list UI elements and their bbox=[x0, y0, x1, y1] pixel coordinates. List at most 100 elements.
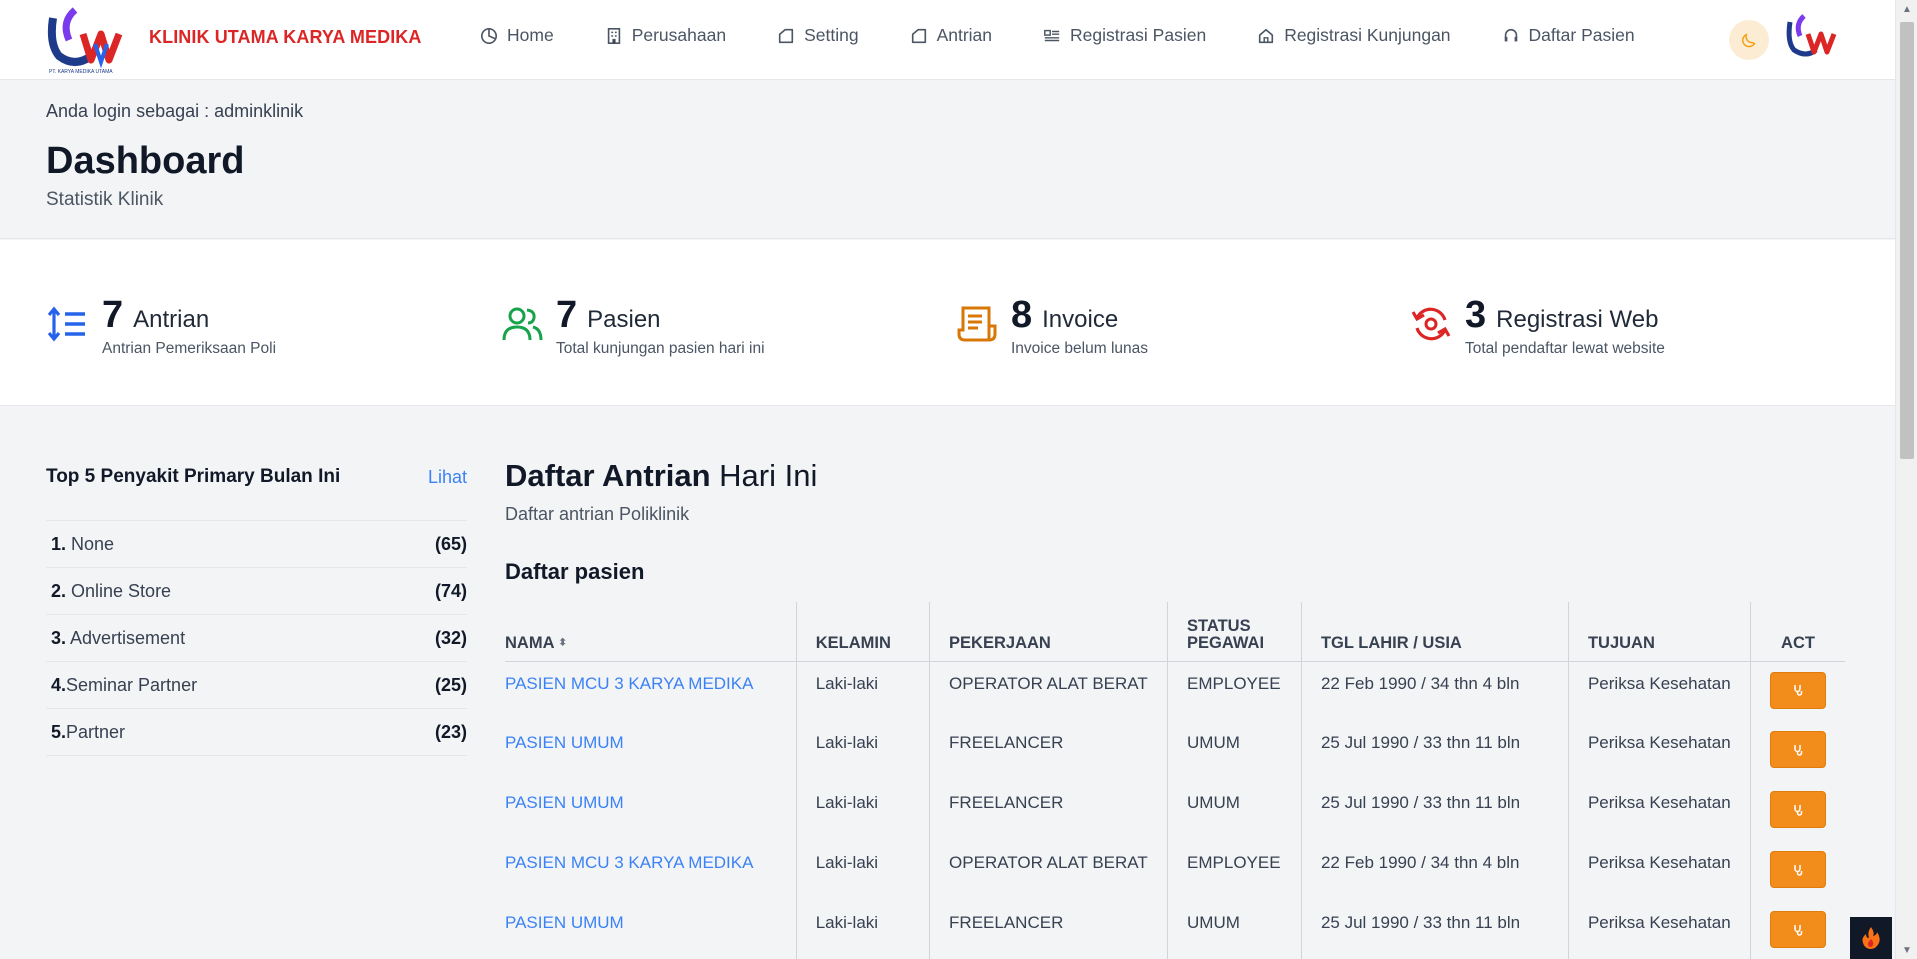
cell-status: UMUM bbox=[1167, 901, 1302, 959]
list-item[interactable]: 4.Seminar Partner (25) bbox=[46, 662, 467, 709]
col-tgl-lahir: TGL LAHIR / USIA bbox=[1300, 602, 1569, 662]
disease-count: (74) bbox=[434, 580, 467, 601]
nav-perusahaan-label: Perusahaan bbox=[631, 25, 727, 45]
patient-name-link[interactable]: PASIEN UMUM bbox=[505, 781, 796, 841]
disease-rank: 2. bbox=[51, 580, 67, 601]
stat-antrian[interactable]: 7 Antrian Antrian Pemeriksaan Poli bbox=[46, 296, 276, 358]
queue-subtitle: Daftar antrian Poliklinik bbox=[505, 504, 690, 524]
page-subtitle: Statistik Klinik bbox=[46, 189, 164, 210]
brand[interactable]: PT. KARYA MEDIKA UTAMA KLINIK UTAMA KARY… bbox=[45, 4, 422, 76]
refresh-icon bbox=[1411, 307, 1451, 341]
flame-icon bbox=[1862, 927, 1880, 949]
disease-count: (23) bbox=[434, 721, 467, 742]
cell-tgl-lahir: 25 Jul 1990 / 33 thn 11 bln bbox=[1300, 901, 1569, 959]
stat-pasien[interactable]: 7 Pasien Total kunjungan pasien hari ini bbox=[500, 296, 765, 358]
stethoscope-icon bbox=[1794, 864, 1803, 876]
nav-daftar-pasien[interactable]: Daftar Pasien bbox=[1502, 25, 1635, 46]
theme-toggle-button[interactable] bbox=[1729, 20, 1769, 60]
table-header-row: NAMA ⬍ KELAMIN PEKERJAAN STATUS PEGAWAI … bbox=[505, 602, 1845, 662]
nav-registrasi-pasien-label: Registrasi Pasien bbox=[1070, 25, 1207, 45]
col-act: ACT bbox=[1750, 602, 1845, 662]
cell-act bbox=[1750, 781, 1845, 841]
nav-antrian[interactable]: Antrian bbox=[910, 25, 992, 46]
disease-count: (65) bbox=[434, 533, 467, 554]
nav-registrasi-pasien[interactable]: Registrasi Pasien bbox=[1043, 25, 1206, 46]
patient-table: NAMA ⬍ KELAMIN PEKERJAAN STATUS PEGAWAI … bbox=[505, 602, 1845, 959]
floating-action-button[interactable] bbox=[1850, 917, 1892, 959]
examine-button[interactable] bbox=[1770, 671, 1826, 709]
cell-tujuan: Periksa Kesehatan bbox=[1567, 721, 1751, 781]
cell-status: UMUM bbox=[1167, 781, 1302, 841]
disease-count: (32) bbox=[434, 627, 467, 648]
list-item[interactable]: 2. Online Store (74) bbox=[46, 568, 467, 615]
patient-name-link[interactable]: PASIEN UMUM bbox=[505, 901, 796, 959]
disease-name: None bbox=[66, 533, 115, 554]
patient-list-title: Daftar pasien bbox=[505, 559, 645, 584]
stat-registrasi-web-desc: Total pendaftar lewat website bbox=[1465, 340, 1665, 357]
stat-pasien-value: 7 bbox=[556, 294, 578, 336]
stat-registrasi-web[interactable]: 3 Registrasi Web Total pendaftar lewat we… bbox=[1409, 296, 1665, 358]
patient-name-link[interactable]: PASIEN MCU 3 KARYA MEDIKA bbox=[505, 841, 796, 901]
col-kelamin: KELAMIN bbox=[795, 602, 930, 662]
page-scrollbar[interactable]: ▲ ▼ bbox=[1895, 0, 1917, 959]
scroll-up-arrow-icon[interactable]: ▲ bbox=[1896, 0, 1917, 18]
stat-invoice[interactable]: 8 Invoice Invoice belum lunas bbox=[955, 296, 1148, 358]
cell-kelamin: Laki-laki bbox=[795, 901, 930, 959]
cell-kelamin: Laki-laki bbox=[795, 721, 930, 781]
examine-button[interactable] bbox=[1770, 791, 1826, 828]
queue-title-bold: Daftar Antrian bbox=[505, 458, 711, 493]
list-item[interactable]: 1. None (65) bbox=[46, 521, 467, 568]
cell-pekerjaan: FREELANCER bbox=[929, 901, 1168, 959]
examine-button[interactable] bbox=[1770, 911, 1826, 948]
nav-registrasi-kunjungan[interactable]: Registrasi Kunjungan bbox=[1257, 25, 1451, 46]
view-all-link[interactable]: Lihat bbox=[428, 467, 467, 488]
svg-text:PT. KARYA MEDIKA UTAMA: PT. KARYA MEDIKA UTAMA bbox=[49, 69, 113, 75]
nav-perusahaan[interactable]: Perusahaan bbox=[605, 25, 726, 46]
disease-rank: 4. bbox=[51, 674, 67, 695]
examine-button[interactable] bbox=[1770, 731, 1826, 768]
stat-invoice-desc: Invoice belum lunas bbox=[1011, 340, 1148, 357]
user-avatar[interactable] bbox=[1784, 12, 1840, 66]
cell-tujuan: Periksa Kesehatan bbox=[1567, 901, 1751, 959]
col-tujuan: TUJUAN bbox=[1567, 602, 1751, 662]
queue-title-rest: Hari Ini bbox=[710, 458, 818, 493]
patient-name-link[interactable]: PASIEN MCU 3 KARYA MEDIKA bbox=[505, 661, 796, 721]
nav-antrian-label: Antrian bbox=[936, 25, 993, 45]
cell-status: UMUM bbox=[1167, 721, 1302, 781]
list-item[interactable]: 3. Advertisement (32) bbox=[46, 615, 467, 662]
list-item[interactable]: 5.Partner (23) bbox=[46, 709, 467, 756]
patient-name-link[interactable]: PASIEN UMUM bbox=[505, 721, 796, 781]
disease-name: Advertisement bbox=[66, 627, 186, 648]
disease-name: Online Store bbox=[66, 580, 172, 601]
stats-strip: 7 Antrian Antrian Pemeriksaan Poli 7 Pasie… bbox=[0, 240, 1895, 406]
nav-home-label: Home bbox=[507, 25, 554, 45]
sort-list-icon bbox=[47, 306, 85, 342]
top-diseases-panel: Top 5 Penyakit Primary Bulan Ini Lihat 1… bbox=[46, 462, 467, 756]
disease-rank: 1. bbox=[51, 533, 67, 554]
top-diseases-title: Top 5 Penyakit Primary Bulan Ini bbox=[46, 466, 341, 487]
cell-tujuan: Periksa Kesehatan bbox=[1567, 661, 1751, 721]
nav-home[interactable]: Home bbox=[480, 25, 554, 46]
home-icon bbox=[1259, 28, 1274, 43]
stethoscope-icon bbox=[1794, 924, 1803, 936]
main-nav: Home Perusahaan Setting Antrian Registra… bbox=[480, 25, 1686, 46]
scroll-thumb[interactable] bbox=[1900, 22, 1914, 459]
stat-registrasi-web-label: Registrasi Web bbox=[1496, 306, 1659, 333]
cell-act bbox=[1750, 841, 1845, 901]
stat-invoice-label: Invoice bbox=[1042, 306, 1119, 333]
stethoscope-icon bbox=[1794, 744, 1803, 756]
examine-button[interactable] bbox=[1770, 851, 1826, 888]
cell-tujuan: Periksa Kesehatan bbox=[1567, 781, 1751, 841]
disease-name: Seminar Partner bbox=[66, 674, 198, 695]
col-nama[interactable]: NAMA ⬍ bbox=[505, 602, 797, 662]
stat-antrian-label: Antrian bbox=[133, 306, 210, 333]
login-info: Anda login sebagai : adminklinik bbox=[46, 101, 304, 121]
cell-kelamin: Laki-laki bbox=[795, 841, 930, 901]
sort-icon[interactable]: ⬍ bbox=[558, 638, 566, 649]
scroll-down-arrow-icon[interactable]: ▼ bbox=[1896, 941, 1917, 959]
col-pekerjaan: PEKERJAAN bbox=[929, 602, 1168, 662]
col-nama-label: NAMA bbox=[505, 634, 554, 653]
page-title: Dashboard bbox=[46, 140, 245, 182]
nav-setting[interactable]: Setting bbox=[777, 25, 859, 46]
disease-name: Partner bbox=[66, 721, 126, 742]
